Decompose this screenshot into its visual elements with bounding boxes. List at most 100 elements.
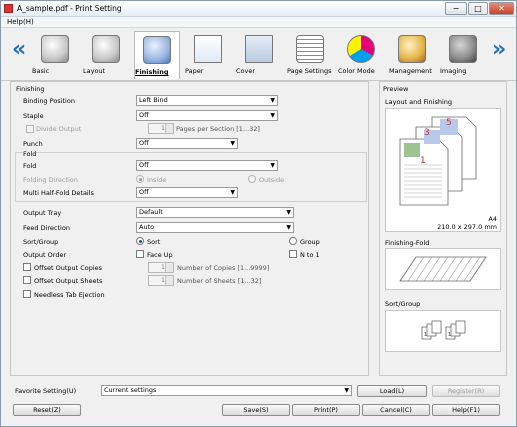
paper-icon xyxy=(194,35,222,63)
favorite-setting-label: Favorite Setting(U) xyxy=(15,387,77,395)
folding-inside-radio[interactable] xyxy=(136,175,144,183)
multi-half-fold-label: Multi Half-Fold Details xyxy=(23,189,94,197)
punch-label: Punch xyxy=(23,140,43,148)
tab-basic-label: Basic xyxy=(32,67,50,75)
group-radio[interactable] xyxy=(289,237,297,245)
tab-cover-label: Cover xyxy=(236,67,256,75)
minimize-button[interactable]: − xyxy=(445,2,467,15)
register-button[interactable]: Register(R) xyxy=(432,385,500,397)
sort-radio[interactable] xyxy=(136,237,144,245)
folding-outside-radio[interactable] xyxy=(248,175,256,183)
chevron-down-icon: ▼ xyxy=(230,189,235,196)
scroll-left-arrow-icon[interactable]: « xyxy=(12,39,26,61)
preview-panel: Preview Layout and Finishing 5 3 1 A4 21… xyxy=(379,81,507,376)
offset-copies-label: Offset Output Copies xyxy=(34,264,103,272)
tab-cover[interactable]: Cover xyxy=(236,31,282,79)
tab-layout[interactable]: Layout xyxy=(83,31,129,79)
divide-output-label: Divide Output xyxy=(36,125,82,133)
finishing-fold-preview xyxy=(385,248,501,290)
chevron-down-icon: ▼ xyxy=(286,224,291,231)
needless-tab-label: Needless Tab Ejection xyxy=(34,291,105,299)
tab-color-mode[interactable]: Color Mode xyxy=(338,31,384,79)
tab-management[interactable]: Management xyxy=(389,31,435,79)
chevron-down-icon: ▼ xyxy=(270,162,275,169)
pdf-app-icon xyxy=(4,4,13,13)
chevron-down-icon: ▼ xyxy=(344,387,349,394)
tab-basic[interactable]: Basic xyxy=(32,31,78,79)
face-up-checkbox[interactable] xyxy=(136,250,144,258)
group-radio-label: Group xyxy=(300,238,320,246)
menu-bar: Help(H) xyxy=(1,17,516,28)
page-number-1: 1 xyxy=(420,156,426,166)
tab-paper[interactable]: Paper xyxy=(185,31,231,79)
tab-page-settings[interactable]: Page Settings xyxy=(287,31,333,79)
output-tray-label: Output Tray xyxy=(23,209,62,217)
paper-dims-label: 210.0 x 297.0 mm xyxy=(437,223,497,231)
offset-copies-range: Number of Copies [1...9999] xyxy=(177,264,270,272)
tab-finishing[interactable]: Finishing xyxy=(134,31,180,79)
color-mode-icon xyxy=(347,35,375,63)
fold-select[interactable]: Off ▼ xyxy=(136,160,278,171)
finishing-fold-label: Finishing-Fold xyxy=(385,239,430,247)
page-settings-icon xyxy=(296,35,324,63)
sort-radio-label: Sort xyxy=(147,238,161,246)
scroll-right-arrow-icon[interactable]: » xyxy=(492,39,506,61)
punch-select[interactable]: Off ▼ xyxy=(136,138,238,149)
tab-finishing-label: Finishing xyxy=(135,68,169,76)
layout-finishing-preview: 5 3 1 A4 210.0 x 297.0 mm xyxy=(385,108,501,232)
preview-title: Preview xyxy=(383,85,409,93)
cancel-button[interactable]: Cancel(C) xyxy=(362,404,430,416)
page-number-3: 3 xyxy=(424,128,430,138)
divide-output-checkbox[interactable] xyxy=(26,125,34,133)
paper-size-label: A4 xyxy=(488,215,497,223)
close-button[interactable]: ✕ xyxy=(489,2,514,15)
divide-output-stepper[interactable]: 1 xyxy=(148,123,174,134)
multi-half-fold-select[interactable]: Off ▼ xyxy=(136,187,238,198)
chevron-down-icon: ▼ xyxy=(270,112,275,119)
offset-sheets-range: Number of Sheets [1...32] xyxy=(177,277,262,285)
tab-color-mode-label: Color Mode xyxy=(338,67,375,75)
fold-value: Off xyxy=(139,161,149,169)
offset-sheets-label: Offset Output Sheets xyxy=(34,277,103,285)
layout-icon xyxy=(92,35,120,63)
n-to-1-label: N to 1 xyxy=(300,251,320,259)
print-button[interactable]: Print(P) xyxy=(292,404,360,416)
stacked-pages-preview: 5 3 1 xyxy=(399,116,477,206)
load-button[interactable]: Load(L) xyxy=(357,385,427,397)
offset-sheets-checkbox[interactable] xyxy=(23,276,31,284)
sorted-sets-preview: 1 1 xyxy=(421,320,466,340)
folding-outside-label: Outside xyxy=(259,176,285,184)
output-tray-value: Default xyxy=(139,208,163,216)
staple-select[interactable]: Off ▼ xyxy=(136,110,278,121)
tab-page-settings-label: Page Settings xyxy=(287,67,332,75)
page-image-thumbnail xyxy=(404,143,420,157)
output-order-label: Output Order xyxy=(23,251,67,259)
tab-imaging[interactable]: Imaging xyxy=(440,31,486,79)
help-button[interactable]: Help(F1) xyxy=(432,404,500,416)
favorite-setting-select[interactable]: Current settings ▼ xyxy=(101,385,352,396)
needless-tab-checkbox[interactable] xyxy=(23,290,31,298)
offset-sheets-stepper[interactable]: 1 xyxy=(148,275,174,286)
chevron-down-icon: ▼ xyxy=(286,209,291,216)
basic-icon xyxy=(41,35,69,63)
tab-layout-label: Layout xyxy=(83,67,106,75)
offset-copies-checkbox[interactable] xyxy=(23,263,31,271)
binding-position-select[interactable]: Left Bind ▼ xyxy=(136,95,278,106)
staple-label: Staple xyxy=(23,112,44,120)
output-tray-select[interactable]: Default ▼ xyxy=(136,207,294,218)
offset-sheets-value: 1 xyxy=(160,276,165,284)
feed-direction-value: Auto xyxy=(139,223,155,231)
tab-paper-label: Paper xyxy=(185,67,204,75)
sort-group-label: Sort/Group xyxy=(23,238,59,246)
maximize-button[interactable]: □ xyxy=(468,2,488,15)
folding-inside-label: Inside xyxy=(147,176,167,184)
folding-direction-label: Folding Direction xyxy=(23,176,78,184)
feed-direction-select[interactable]: Auto ▼ xyxy=(136,222,294,233)
menu-help[interactable]: Help(H) xyxy=(7,18,34,26)
tab-toolbar: « » Basic Layout Finishing Paper Cover P… xyxy=(1,29,516,81)
favorite-setting-value: Current settings xyxy=(104,386,157,394)
reset-button[interactable]: Reset(Z) xyxy=(13,404,81,416)
save-button[interactable]: Save(S) xyxy=(222,404,290,416)
offset-copies-stepper[interactable]: 1 xyxy=(148,262,174,273)
n-to-1-checkbox[interactable] xyxy=(289,250,297,258)
